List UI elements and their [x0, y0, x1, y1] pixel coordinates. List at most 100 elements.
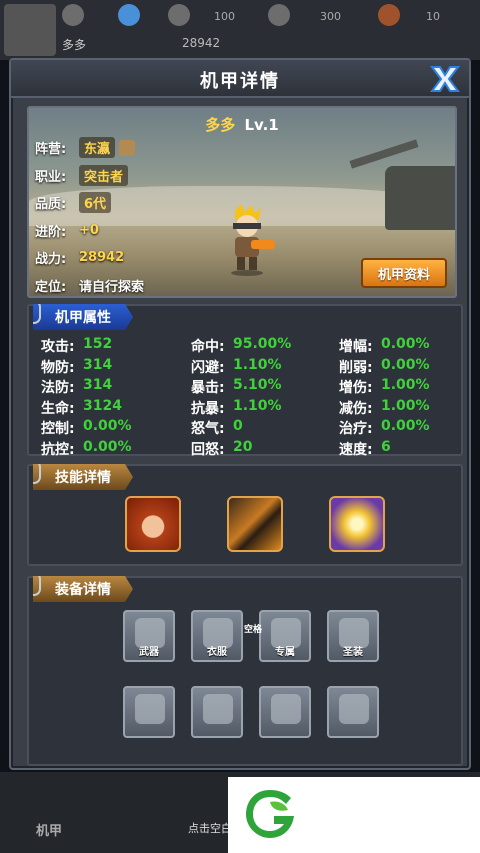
slot-label: 专属	[275, 647, 295, 658]
skills-title: 技能详情	[55, 470, 111, 486]
power-value: 28942	[79, 250, 125, 266]
slot-label: 武器	[139, 647, 159, 658]
stat-row: 法防: 314	[41, 377, 132, 398]
stat-label: 生命:	[41, 400, 75, 417]
equip-slot-chip[interactable]	[259, 686, 311, 738]
skills-section: 技能详情	[27, 464, 463, 566]
faction-emblem-icon	[119, 139, 136, 156]
close-icon	[430, 66, 460, 92]
background-tank	[385, 166, 455, 230]
equipment-section: 装备详情 武器 衣服 专属 圣装	[27, 576, 463, 766]
stat-value: 1.10%	[233, 356, 282, 373]
resource-count-1: 100	[214, 10, 235, 23]
stat-value: 1.10%	[233, 397, 282, 414]
stat-value: 0.00%	[83, 418, 132, 434]
advance-label: 进阶:	[35, 224, 67, 240]
stat-row: 闪避: 1.10%	[191, 357, 291, 378]
stat-label: 怒气:	[191, 421, 225, 437]
stat-label: 攻击:	[41, 339, 75, 355]
energy-icon	[118, 4, 140, 26]
stat-label: 法防:	[41, 380, 75, 396]
stat-value: 95.00%	[233, 336, 292, 352]
info-row-power: 战力: 28942	[35, 244, 144, 272]
stat-label: 命中:	[191, 339, 225, 355]
stat-row: 抗暴: 1.10%	[191, 398, 291, 419]
equip-slot-holy[interactable]: 圣装	[327, 610, 379, 662]
dialog-title: 机甲详情	[200, 71, 280, 92]
resource-count-3: 10	[426, 10, 440, 23]
stat-label: 抗控:	[41, 441, 75, 458]
skill-burst-icon[interactable]	[329, 496, 385, 552]
skills-title-banner: 技能详情	[33, 464, 133, 490]
player-power: 28942	[182, 36, 221, 50]
hero-panel: 多多 Lv.1 阵营: 东瀛 职业: 突击者 品质: 6代 进阶: +0 战力:…	[27, 106, 457, 298]
stat-value: 3124	[83, 397, 122, 414]
mecha-character-sprite[interactable]	[217, 204, 277, 276]
equip-slot-exclusive[interactable]: 专属	[259, 610, 311, 662]
stat-row: 回怒: 20	[191, 439, 291, 460]
equip-slot-armor[interactable]: 衣服	[191, 610, 243, 662]
equip-slot-weapon[interactable]: 武器	[123, 610, 175, 662]
equip-slot-boots[interactable]	[191, 686, 243, 738]
stat-value: 0.00%	[381, 336, 430, 352]
stat-label: 回怒:	[191, 441, 225, 458]
nav-tab-mecha[interactable]: 机甲	[36, 820, 62, 839]
close-button[interactable]	[425, 62, 465, 96]
stat-label: 速度:	[339, 441, 373, 458]
stat-row: 命中: 95.00%	[191, 336, 291, 357]
hero-info-list: 阵营: 东瀛 职业: 突击者 品质: 6代 进阶: +0 战力: 28942 定…	[35, 134, 144, 296]
stat-row: 暴击: 5.10%	[191, 377, 291, 398]
job-label: 职业:	[35, 169, 67, 185]
top-resource-bar: 100 300 10 多多 28942	[0, 0, 480, 60]
player-name: 多多	[62, 38, 87, 52]
tap-blank-hint: 点击空白	[188, 822, 232, 835]
stat-label: 增幅:	[339, 339, 373, 355]
fuel-icon	[378, 4, 400, 26]
stat-value: 0.00%	[381, 356, 430, 373]
stat-value: 1.00%	[381, 377, 430, 393]
stat-value: 314	[83, 377, 113, 393]
stat-column-1: 攻击: 152 物防: 314 法防: 314 生命: 3124 控制: 0.00% 抗控…	[41, 336, 132, 459]
mecha-detail-dialog: 机甲详情 多多 Lv.1 阵营: 东瀛 职业: 突击者 品质: 6代 进阶: +…	[9, 58, 471, 770]
background-cannon-barrel	[349, 139, 419, 169]
paperclip-icon	[33, 576, 41, 596]
power-label: 战力:	[35, 252, 67, 268]
wheel-icon	[339, 694, 369, 724]
stat-column-3: 增幅: 0.00% 削弱: 0.00% 增伤: 1.00% 减伤: 1.00% 治疗: 0…	[339, 336, 430, 459]
info-row-faction: 阵营: 东瀛	[35, 134, 144, 162]
info-row-quality: 品质: 6代	[35, 189, 144, 217]
hero-name: 多多	[205, 116, 236, 134]
stat-value: 314	[83, 356, 113, 373]
stat-row: 物防: 314	[41, 357, 132, 378]
equip-slot-gloves[interactable]	[123, 686, 175, 738]
mecha-info-button[interactable]: 机甲资料	[361, 258, 447, 288]
info-row-advance: 进阶: +0	[35, 217, 144, 245]
leaf-logo-icon	[246, 790, 294, 838]
stat-row: 攻击: 152	[41, 336, 132, 357]
stat-label: 暴击:	[191, 380, 225, 396]
paperclip-icon	[33, 304, 41, 324]
menu-icon[interactable]	[62, 4, 84, 26]
stat-value: 0	[233, 418, 243, 434]
equipment-title: 装备详情	[55, 582, 111, 598]
stat-row: 控制: 0.00%	[41, 418, 132, 439]
player-avatar[interactable]	[4, 4, 56, 56]
stat-value: 20	[233, 438, 253, 455]
game-screen: 100 300 10 多多 28942 机甲详情 多多 Lv.1 阵营: 东瀛 …	[0, 0, 480, 853]
quality-label: 品质:	[35, 197, 67, 213]
equip-slot-wheel[interactable]	[327, 686, 379, 738]
chip-icon	[271, 694, 301, 724]
skill-gatling-icon[interactable]	[227, 496, 283, 552]
stat-label: 增伤:	[339, 380, 373, 396]
stat-label: 抗暴:	[191, 400, 225, 417]
stat-label: 控制:	[41, 421, 75, 437]
stat-column-2: 命中: 95.00% 闪避: 1.10% 暴击: 5.10% 抗暴: 1.10% 怒气:…	[191, 336, 291, 459]
stat-label: 物防:	[41, 359, 75, 376]
stat-value: 5.10%	[233, 377, 282, 393]
skill-fist-icon[interactable]	[125, 496, 181, 552]
stat-value: 6	[381, 438, 391, 455]
stat-label: 减伤:	[339, 400, 373, 417]
stat-value: 0.00%	[83, 438, 132, 455]
attributes-title: 机甲属性	[55, 310, 111, 326]
stat-row: 生命: 3124	[41, 398, 132, 419]
